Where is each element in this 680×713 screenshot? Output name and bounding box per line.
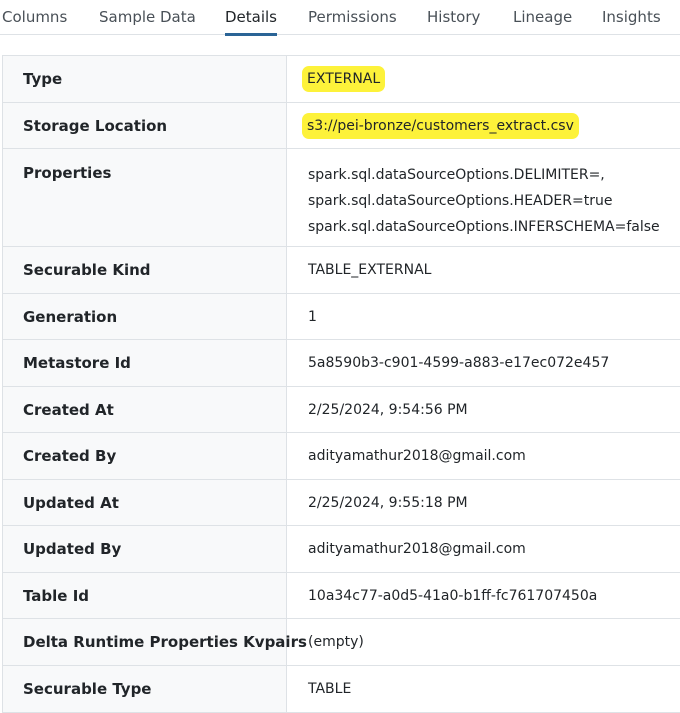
detail-label-delta-runtime-properties: Delta Runtime Properties Kvpairs	[3, 619, 307, 665]
detail-value-updated-at: 2/25/2024, 9:55:18 PM	[308, 494, 468, 511]
detail-value-updated-by: adityamathur2018@gmail.com	[308, 541, 526, 557]
detail-value-created-by: adityamathur2018@gmail.com	[308, 448, 526, 464]
detail-row-created-at: Created At 2/25/2024, 9:54:56 PM	[3, 387, 680, 433]
detail-value-created-at: 2/25/2024, 9:54:56 PM	[308, 401, 468, 418]
detail-label-metastore-id: Metastore Id	[3, 340, 287, 386]
detail-row-generation: Generation 1	[3, 294, 680, 340]
detail-row-securable-kind: Securable Kind TABLE_EXTERNAL	[3, 247, 680, 294]
property-line: spark.sql.dataSourceOptions.HEADER=true	[308, 193, 613, 209]
detail-row-securable-type: Securable Type TABLE	[3, 666, 680, 712]
tab-details[interactable]: Details	[225, 0, 278, 36]
detail-value-type: EXTERNAL	[287, 56, 680, 102]
detail-value-generation: 1	[308, 308, 317, 325]
property-line: spark.sql.dataSourceOptions.INFERSCHEMA=…	[308, 219, 660, 235]
detail-value-delta-runtime-properties: (empty)	[308, 634, 364, 650]
detail-label-type: Type	[3, 56, 287, 102]
detail-label-created-by: Created By	[3, 433, 287, 479]
detail-label-storage-location: Storage Location	[3, 103, 287, 148]
detail-value-securable-type: TABLE	[308, 681, 352, 697]
tab-lineage[interactable]: Lineage	[513, 0, 572, 35]
detail-value-properties: spark.sql.dataSourceOptions.DELIMITER=, …	[287, 149, 680, 246]
detail-label-created-at: Created At	[3, 387, 287, 432]
detail-row-type: Type EXTERNAL	[3, 56, 680, 103]
detail-row-created-by: Created By adityamathur2018@gmail.com	[3, 433, 680, 480]
detail-label-generation: Generation	[3, 294, 287, 339]
detail-value-securable-kind: TABLE_EXTERNAL	[308, 262, 432, 278]
detail-row-properties: Properties spark.sql.dataSourceOptions.D…	[3, 149, 680, 247]
highlighted-value-type: EXTERNAL	[302, 66, 386, 92]
details-table: Type EXTERNAL Storage Location s3://pei-…	[2, 55, 680, 713]
detail-value-metastore-id: 5a8590b3-c901-4599-a883-e17ec072e457	[308, 355, 610, 371]
detail-row-delta-runtime-properties: Delta Runtime Properties Kvpairs (empty)	[3, 619, 680, 666]
details-tab-bar: Columns Sample Data Details Permissions …	[0, 0, 680, 36]
property-line: spark.sql.dataSourceOptions.DELIMITER=,	[308, 167, 605, 183]
detail-label-updated-at: Updated At	[3, 480, 287, 525]
detail-value-table-id: 10a34c77-a0d5-41a0-b1ff-fc761707450a	[308, 587, 598, 604]
tab-sample-data[interactable]: Sample Data	[99, 0, 196, 35]
detail-label-updated-by: Updated By	[3, 526, 287, 572]
detail-label-properties: Properties	[3, 149, 287, 246]
detail-label-securable-kind: Securable Kind	[3, 247, 287, 293]
highlighted-value-storage-location: s3://pei-bronze/customers_extract.csv	[302, 112, 579, 139]
detail-label-securable-type: Securable Type	[3, 666, 287, 712]
detail-row-storage-location: Storage Location s3://pei-bronze/custome…	[3, 103, 680, 149]
detail-row-table-id: Table Id 10a34c77-a0d5-41a0-b1ff-fc76170…	[3, 573, 680, 619]
detail-row-metastore-id: Metastore Id 5a8590b3-c901-4599-a883-e17…	[3, 340, 680, 387]
tab-history[interactable]: History	[427, 0, 480, 35]
tab-insights[interactable]: Insights	[602, 0, 661, 35]
detail-row-updated-at: Updated At 2/25/2024, 9:55:18 PM	[3, 480, 680, 526]
tab-permissions[interactable]: Permissions	[308, 0, 397, 35]
detail-row-updated-by: Updated By adityamathur2018@gmail.com	[3, 526, 680, 573]
tab-columns[interactable]: Columns	[2, 0, 67, 35]
detail-label-table-id: Table Id	[3, 573, 287, 618]
detail-value-storage-location: s3://pei-bronze/customers_extract.csv	[287, 103, 680, 148]
